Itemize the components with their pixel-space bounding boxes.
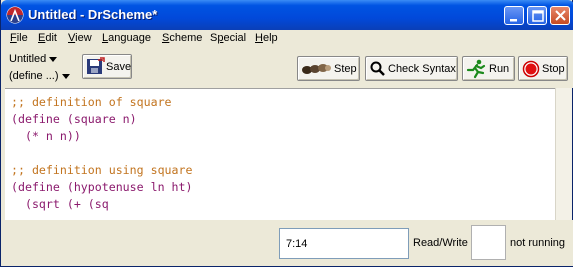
menu-edit[interactable]: Edit bbox=[38, 32, 57, 44]
step-button[interactable]: Step bbox=[297, 56, 360, 81]
window-title: Untitled - DrScheme* bbox=[28, 7, 158, 22]
drscheme-logo-icon bbox=[6, 6, 24, 24]
run-button[interactable]: Run bbox=[462, 56, 515, 81]
close-button[interactable] bbox=[550, 6, 570, 25]
code-line: ;; definition of square bbox=[11, 95, 172, 109]
code-line: (define (square n) bbox=[11, 112, 137, 126]
save-icon bbox=[87, 57, 105, 74]
magnifier-icon bbox=[370, 61, 385, 76]
stop-icon bbox=[522, 60, 540, 78]
menu-file[interactable]: File bbox=[10, 32, 28, 44]
running-status-label: not running bbox=[510, 237, 566, 249]
drscheme-window: Untitled - DrScheme* File Edit View Lang… bbox=[0, 0, 573, 267]
close-icon bbox=[555, 10, 566, 21]
menu-bar: File Edit View Language Scheme Special H… bbox=[2, 30, 573, 48]
title-bar[interactable]: Untitled - DrScheme* bbox=[1, 0, 573, 30]
maximize-icon bbox=[532, 10, 544, 22]
file-dropdown[interactable]: Untitled bbox=[9, 53, 58, 65]
stop-button[interactable]: Stop bbox=[518, 56, 568, 81]
chevron-down-icon bbox=[49, 56, 58, 62]
minimize-button[interactable] bbox=[504, 6, 524, 25]
definitions-editor[interactable]: ;; definition of square (define (square … bbox=[5, 88, 555, 220]
toolbar: Untitled (define ...) Save Step Check Sy… bbox=[2, 48, 573, 88]
code-line: (* n n)) bbox=[11, 129, 81, 143]
menu-special[interactable]: Special bbox=[210, 32, 246, 44]
code-line: (sqrt (+ (sq bbox=[11, 197, 109, 211]
define-dropdown[interactable]: (define ...) bbox=[9, 70, 70, 82]
read-write-label: Read/Write bbox=[413, 237, 468, 249]
footprints-icon bbox=[302, 64, 331, 74]
chevron-down-icon bbox=[61, 73, 70, 79]
menu-view[interactable]: View bbox=[68, 32, 92, 44]
cursor-position-field: 7:14 bbox=[279, 228, 409, 259]
save-button[interactable]: Save bbox=[82, 54, 132, 79]
menu-scheme[interactable]: Scheme bbox=[162, 32, 202, 44]
running-indicator bbox=[471, 225, 506, 260]
running-man-icon bbox=[466, 59, 486, 79]
editor-scrollbar[interactable] bbox=[555, 88, 572, 220]
menu-language[interactable]: Language bbox=[102, 32, 151, 44]
minimize-icon bbox=[510, 19, 517, 22]
code-line: ;; definition using square bbox=[11, 163, 193, 177]
menu-help[interactable]: Help bbox=[255, 32, 278, 44]
check-syntax-button[interactable]: Check Syntax bbox=[365, 56, 458, 81]
status-bar: 7:14 Read/Write not running bbox=[2, 220, 573, 266]
maximize-button[interactable] bbox=[527, 6, 547, 25]
code-line: (define (hypotenuse ln ht) bbox=[11, 180, 193, 194]
